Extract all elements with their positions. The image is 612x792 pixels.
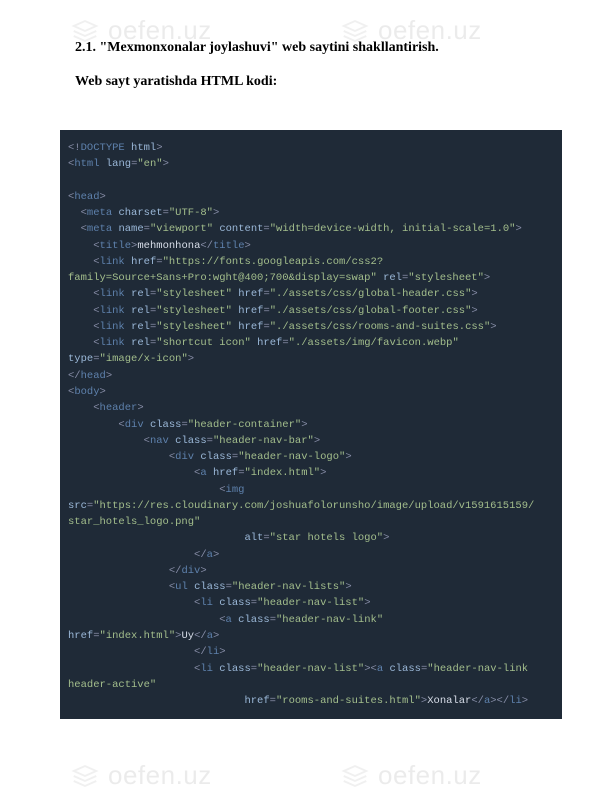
watermark-text: oefen.uz <box>378 760 482 791</box>
watermark: oefen.uz <box>340 760 482 791</box>
code-block: <!DOCTYPE html> <html lang="en"> <head> … <box>60 130 562 719</box>
watermark: oefen.uz <box>70 760 212 791</box>
subsection-heading: Web sayt yaratishda HTML kodi: <box>75 74 552 90</box>
section-heading: 2.1. "Mexmonxonalar joylashuvi" web sayt… <box>75 40 552 56</box>
stack-icon <box>70 761 100 791</box>
page-content: 2.1. "Mexmonxonalar joylashuvi" web sayt… <box>0 0 612 739</box>
watermark-text: oefen.uz <box>108 760 212 791</box>
stack-icon <box>340 761 370 791</box>
